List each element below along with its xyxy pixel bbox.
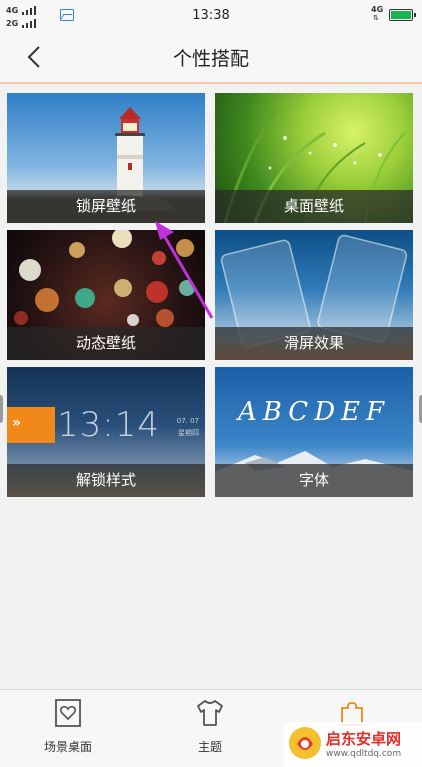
frame-heart-icon bbox=[55, 699, 81, 727]
nav-scene-desktop[interactable]: 场景桌面 bbox=[18, 690, 118, 767]
nav-theme[interactable]: 主题 bbox=[160, 690, 260, 767]
watermark-url: www.qdltdq.com bbox=[326, 749, 402, 759]
nav-label: 场景桌面 bbox=[43, 740, 92, 754]
watermark: 启东安卓网 www.qdltdq.com bbox=[284, 722, 422, 767]
watermark-text: 启东安卓网 bbox=[326, 730, 402, 748]
left-edge-handle[interactable] bbox=[0, 395, 3, 423]
annotation-arrow bbox=[155, 221, 214, 319]
watermark-logo-icon bbox=[289, 727, 321, 759]
tshirt-icon bbox=[197, 700, 223, 726]
nav-label: 主题 bbox=[197, 740, 222, 754]
